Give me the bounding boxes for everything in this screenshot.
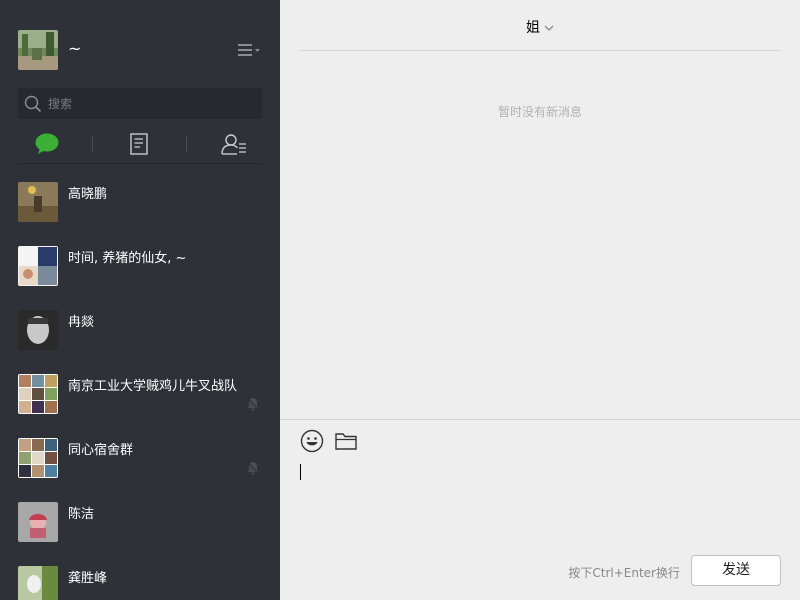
chat-list-item[interactable]: 高晓鹏: [0, 170, 280, 234]
contacts-icon: [221, 134, 246, 155]
emoji-icon[interactable]: [300, 429, 324, 453]
tab-chat[interactable]: [34, 132, 60, 156]
folder-icon[interactable]: [334, 429, 358, 453]
my-nickname: ~: [68, 39, 82, 58]
nav-tabs: [18, 126, 262, 164]
search-box: [18, 88, 262, 119]
group-avatar: [18, 438, 58, 478]
contact-avatar: [18, 246, 58, 286]
chat-name: 陈洁: [68, 507, 95, 522]
tab-separator: [186, 136, 187, 152]
text-caret: [300, 464, 301, 480]
chat-name: 南京工业大学贼鸡儿牛叉战队: [68, 379, 238, 394]
profile-header: ~: [18, 30, 262, 70]
chat-name: 龚胜峰: [68, 571, 108, 586]
chat-name: 冉燚: [68, 315, 95, 330]
chat-name: 时间, 养猪的仙女, ~: [68, 251, 187, 266]
chat-list-item[interactable]: 同心宿舍群: [0, 426, 280, 490]
chat-name: 同心宿舍群: [68, 443, 134, 458]
send-button[interactable]: 发送: [691, 555, 781, 586]
conversation-panel: 姐 暂时没有新消息 按下Ctrl+Enter换行 发送: [280, 0, 800, 600]
conversation-title-button[interactable]: 姐: [299, 17, 781, 37]
contact-avatar: [18, 566, 58, 600]
chat-list-item[interactable]: 冉燚: [0, 298, 280, 362]
group-avatar: [18, 374, 58, 414]
sidebar: ~ 搜索 高晓鹏 时间, 养猪的仙女, ~ 冉燚 南京工业大学贼鸡儿牛叉战队 同…: [0, 0, 280, 600]
search-input[interactable]: [48, 88, 256, 119]
chat-list-item[interactable]: 时间, 养猪的仙女, ~: [0, 234, 280, 298]
tab-articles[interactable]: [126, 132, 152, 156]
chat-list-item[interactable]: 南京工业大学贼鸡儿牛叉战队: [0, 362, 280, 426]
menu-icon[interactable]: [236, 41, 262, 59]
contact-avatar: [18, 502, 58, 542]
my-avatar[interactable]: [18, 30, 58, 70]
empty-state-message: 暂时没有新消息: [497, 105, 582, 119]
contact-avatar: [18, 310, 58, 350]
search-icon: [24, 95, 42, 113]
chat-name: 高晓鹏: [68, 187, 108, 202]
conversation-header: 姐: [299, 0, 781, 51]
conversation-title: 姐: [526, 20, 540, 36]
message-input[interactable]: [300, 462, 780, 542]
newline-hint: 按下Ctrl+Enter换行: [568, 566, 680, 580]
chevron-down-icon: [544, 20, 554, 36]
chat-list-item[interactable]: 陈洁: [0, 490, 280, 554]
composer: 按下Ctrl+Enter换行 发送: [280, 419, 800, 600]
document-icon: [130, 133, 148, 155]
chat-list-item[interactable]: 龚胜峰: [0, 554, 280, 600]
contact-avatar: [18, 182, 58, 222]
chat-list: 高晓鹏 时间, 养猪的仙女, ~ 冉燚 南京工业大学贼鸡儿牛叉战队 同心宿舍群 …: [0, 170, 280, 600]
tab-contacts[interactable]: [220, 132, 246, 156]
mute-bell-icon: [246, 397, 260, 411]
chat-bubble-icon: [35, 133, 59, 154]
mute-bell-icon: [246, 461, 260, 475]
tab-separator: [92, 136, 93, 152]
